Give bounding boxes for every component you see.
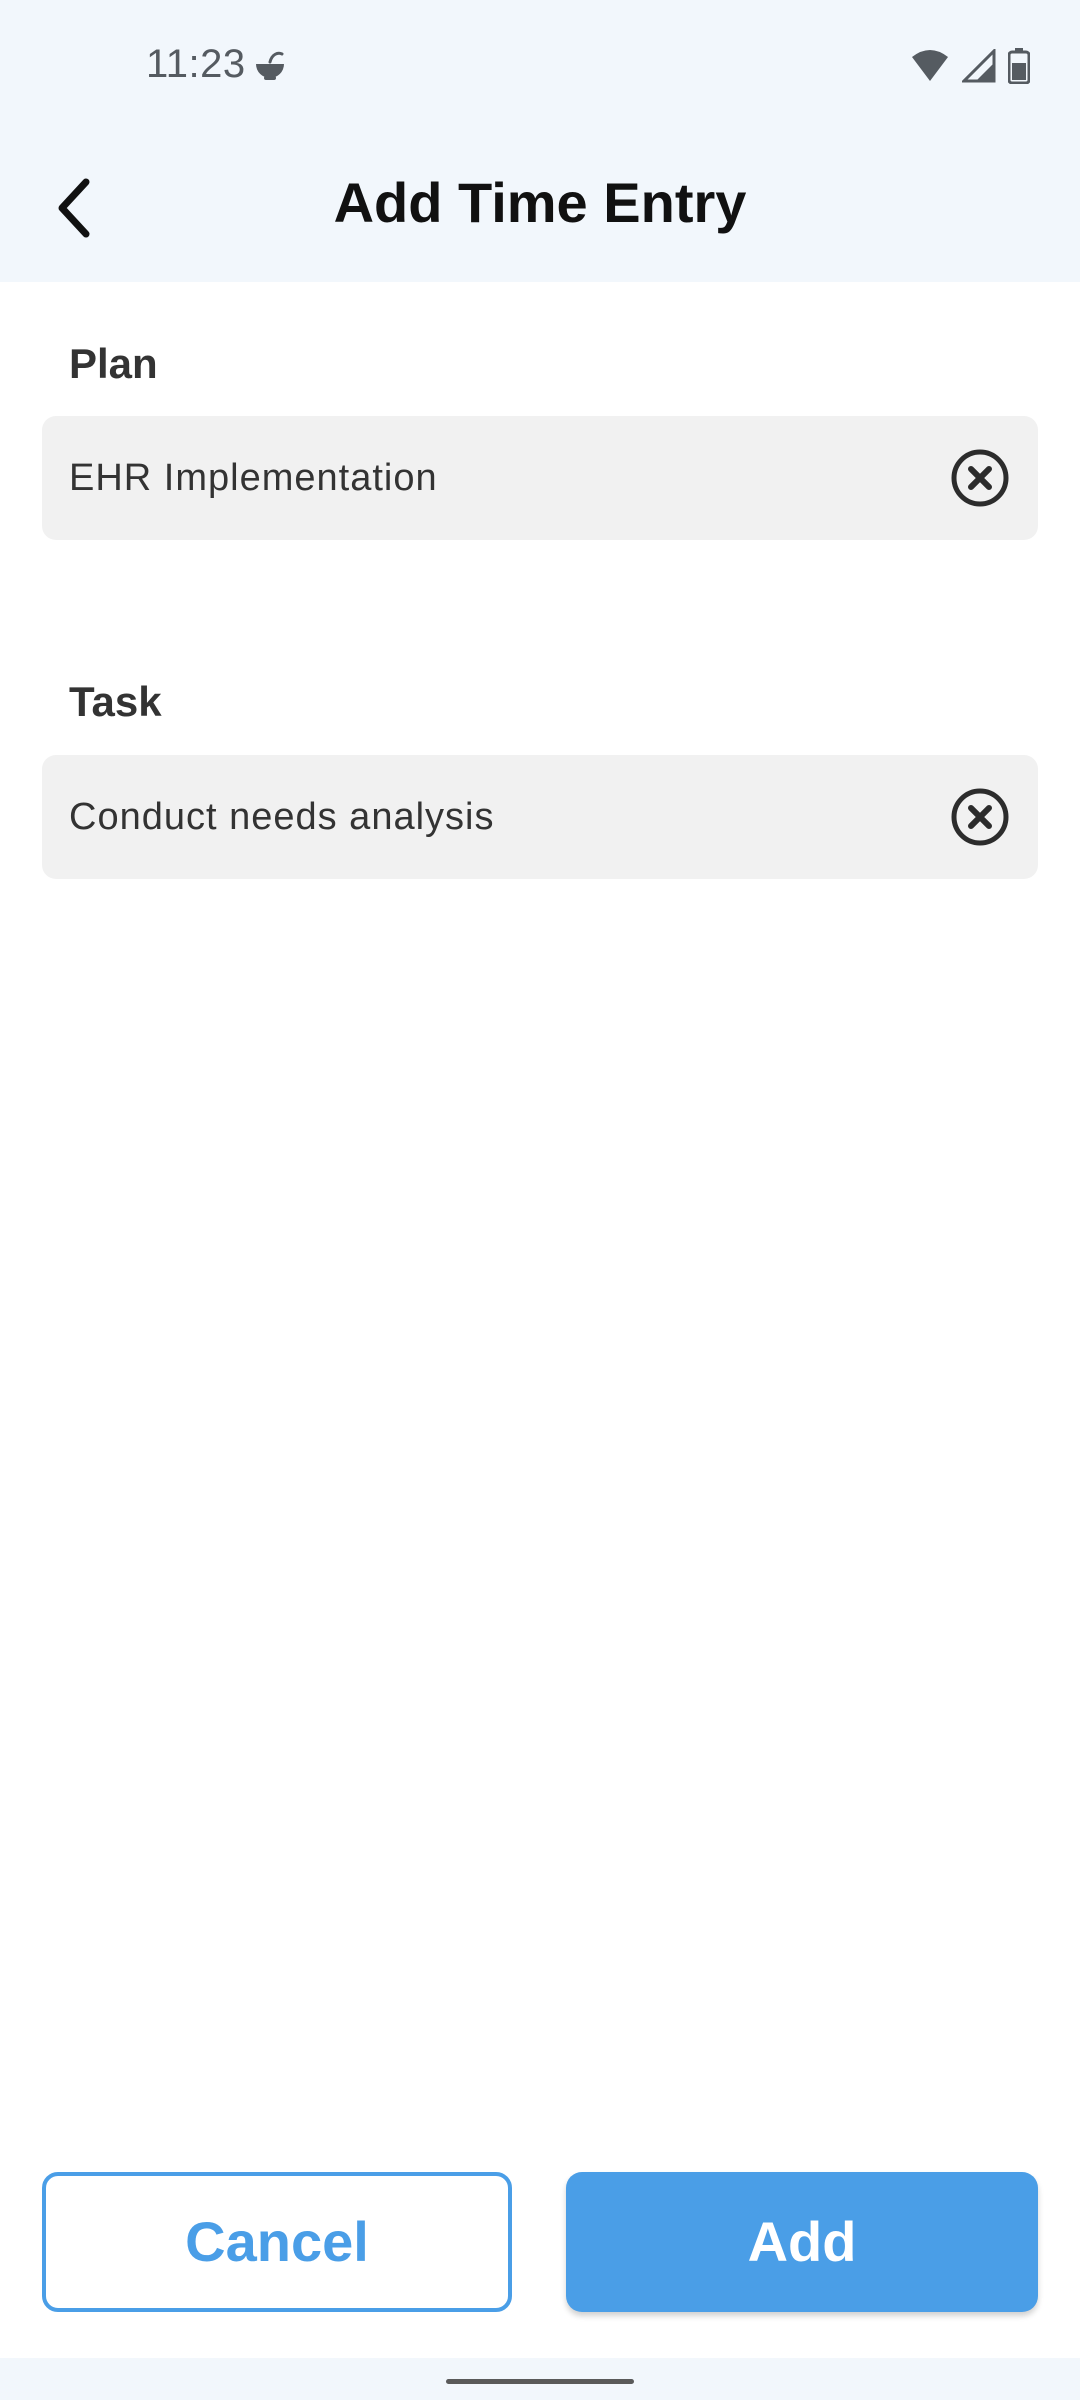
navigation-bar [0,2358,1080,2400]
plan-clear-button[interactable] [950,448,1010,508]
app-header: 11:23 Add Time Entry [0,0,1080,282]
task-label: Task [69,678,162,725]
clear-circle-icon [950,788,1010,851]
home-handle[interactable] [446,2379,634,2384]
plan-field[interactable]: EHR Implementation [42,416,1038,540]
battery-icon [1007,48,1031,89]
plan-label: Plan [69,340,158,387]
page-title: Add Time Entry [333,171,747,234]
task-clear-button[interactable] [950,787,1010,847]
plan-value: EHR Implementation [69,457,438,499]
task-value: Conduct needs analysis [69,796,495,838]
task-field[interactable]: Conduct needs analysis [42,755,1038,879]
status-icons [910,47,1031,89]
cancel-button[interactable]: Cancel [42,2172,512,2312]
wifi-icon [910,49,950,88]
bowl-icon [250,48,290,88]
signal-icon [960,47,996,88]
clear-circle-icon [950,449,1010,512]
add-button[interactable]: Add [566,2172,1038,2312]
status-time: 11:23 [146,42,246,86]
